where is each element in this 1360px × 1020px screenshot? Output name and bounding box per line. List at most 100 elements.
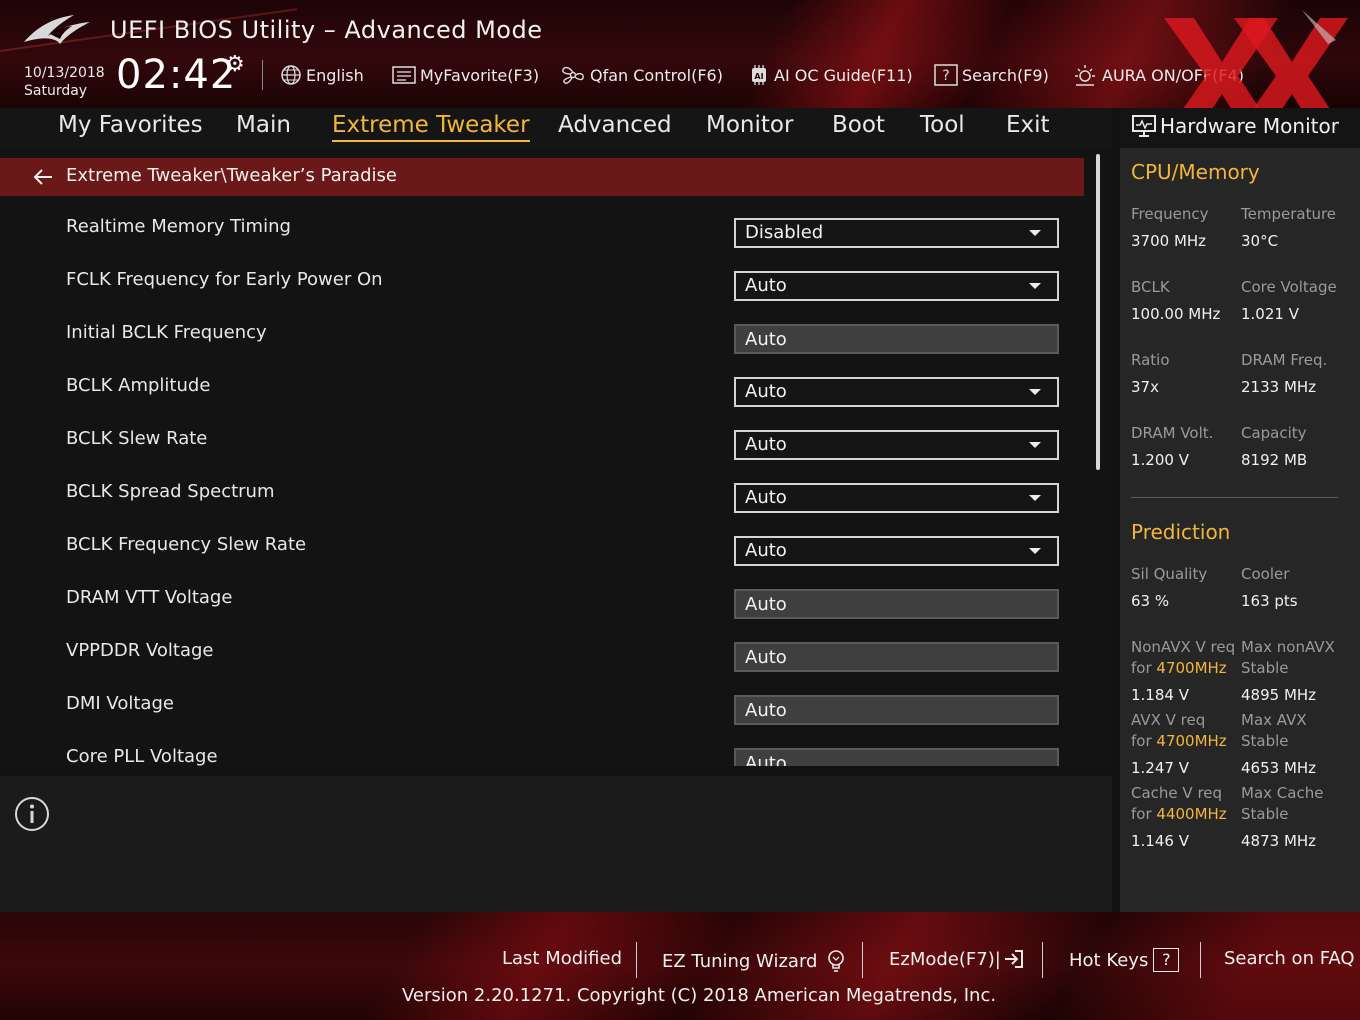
qfan-control-button[interactable]: Qfan Control(F6) [560,62,723,88]
back-arrow-icon[interactable] [32,166,54,188]
hw-label: DRAM Volt. [1131,424,1214,442]
ezmode-label: EzMode(F7)| [889,948,1001,970]
for-freq-line: for 4700MHz [1131,731,1227,752]
for-freq-line: for 4700MHz [1131,658,1235,679]
select-value: Auto [745,381,787,402]
bclk-spread-spectrum-select[interactable]: Auto [734,483,1059,513]
setting-row: DRAM VTT Voltage Auto [0,587,1084,640]
hw-monitor-header: Hardware Monitor [1120,108,1360,148]
hw-label: Cache V req for 4400MHz [1131,783,1227,825]
setting-label: FCLK Frequency for Early Power On [66,269,383,290]
scrollbar[interactable] [1096,154,1100,470]
field-value: Auto [745,329,787,350]
setting-row: Core PLL Voltage Auto [0,746,1084,766]
myfavorite-button[interactable]: MyFavorite(F3) [392,62,539,88]
hot-keys-label: Hot Keys [1069,949,1149,971]
realtime-memory-timing-select[interactable]: Disabled [734,218,1059,248]
setting-row: BCLK Slew Rate Auto [0,428,1084,481]
bottom-bar: Last Modified EZ Tuning Wizard EzMode(F7… [0,912,1360,1020]
favorite-list-icon [392,66,416,84]
ezmode-button[interactable]: EzMode(F7)| [889,948,1025,970]
nonavx-label: NonAVX V req [1131,638,1236,656]
svg-text:?: ? [942,68,949,84]
setting-label: BCLK Slew Rate [66,428,208,449]
language-button[interactable]: English [280,62,364,88]
setting-label: DRAM VTT Voltage [66,587,233,608]
search-button[interactable]: ? Search(F9) [934,62,1049,88]
divider [1131,497,1338,498]
hw-value: 1.021 V [1241,305,1299,323]
core-pll-voltage-field[interactable]: Auto [734,748,1059,766]
hw-monitor-title: Hardware Monitor [1160,114,1339,138]
ai-oc-guide-button[interactable]: AI AI OC Guide(F11) [748,62,913,88]
help-key-icon: ? [1153,948,1180,972]
search-faq-button[interactable]: Search on FAQ [1224,948,1355,969]
setting-row: BCLK Frequency Slew Rate Auto [0,534,1084,587]
hw-value: 4873 MHz [1241,832,1317,850]
hw-label: AVX V req for 4700MHz [1131,710,1227,752]
dram-vtt-voltage-field[interactable]: Auto [734,589,1059,619]
field-value: Auto [745,647,787,668]
max-avx-label: Max AVX [1241,711,1307,729]
hw-label: Cooler [1241,565,1290,583]
setting-row: FCLK Frequency for Early Power On Auto [0,269,1084,322]
dropdown-caret-icon [1029,495,1041,501]
tab-boot[interactable]: Boot [832,112,885,140]
initial-bclk-frequency-field[interactable]: Auto [734,324,1059,354]
dmi-voltage-field[interactable]: Auto [734,695,1059,725]
setting-label: BCLK Frequency Slew Rate [66,534,307,555]
clock-display: 02:42 [116,52,237,98]
setting-row: Realtime Memory Timing Disabled [0,216,1084,269]
hw-value: 100.00 MHz [1131,305,1221,323]
weekday-text: Saturday [24,83,88,99]
tab-extreme-tweaker[interactable]: Extreme Tweaker [332,112,530,142]
fan-icon [562,66,584,84]
hw-value: 1.247 V [1131,759,1189,777]
divider [636,942,637,978]
stable-word: Stable [1241,659,1289,677]
bclk-amplitude-select[interactable]: Auto [734,377,1059,407]
setting-label: BCLK Amplitude [66,375,211,396]
setting-label: Realtime Memory Timing [66,216,291,237]
tab-exit[interactable]: Exit [1006,112,1050,140]
hw-value: 1.184 V [1131,686,1189,704]
last-modified-button[interactable]: Last Modified [502,948,622,969]
hw-label: Sil Quality [1131,565,1208,583]
hw-value: 163 pts [1241,592,1298,610]
hw-label: Frequency [1131,205,1209,223]
hot-keys-button[interactable]: Hot Keys ? [1069,948,1180,972]
bclk-frequency-slew-rate-select[interactable]: Auto [734,536,1059,566]
field-value: Auto [745,753,787,766]
hw-value: 30°C [1241,232,1279,250]
stable-word: Stable [1241,732,1289,750]
highlight-freq: 4700MHz [1156,659,1227,677]
hw-value: 37x [1131,378,1159,396]
fclk-frequency-select[interactable]: Auto [734,271,1059,301]
ai-oc-label: AI OC Guide(F11) [774,65,913,85]
breadcrumb-path: Extreme Tweaker\Tweaker’s Paradise [66,165,397,186]
tab-my-favorites[interactable]: My Favorites [58,112,203,140]
hw-label: BCLK [1131,278,1170,296]
tab-advanced[interactable]: Advanced [558,112,672,140]
select-value: Auto [745,540,787,561]
max-nonavx-label: Max nonAVX [1241,638,1335,656]
select-value: Auto [745,275,787,296]
hw-label: Capacity [1241,424,1307,442]
gear-icon[interactable]: ⚙ [225,52,245,77]
field-value: Auto [745,700,787,721]
bclk-slew-rate-select[interactable]: Auto [734,430,1059,460]
globe-icon [281,65,301,85]
setting-label: DMI Voltage [66,693,174,714]
divider [262,60,263,90]
tab-monitor[interactable]: Monitor [706,112,793,140]
tab-tool[interactable]: Tool [920,112,965,140]
ez-tuning-wizard-button[interactable]: EZ Tuning Wizard [662,948,849,974]
setting-row: DMI Voltage Auto [0,693,1084,746]
vppddr-voltage-field[interactable]: Auto [734,642,1059,672]
prediction-heading: Prediction [1131,520,1231,544]
setting-row: VPPDDR Voltage Auto [0,640,1084,693]
hw-value: 8192 MB [1241,451,1308,469]
tab-main[interactable]: Main [236,112,291,140]
hw-value: 63 % [1131,592,1170,610]
hw-value: 4895 MHz [1241,686,1317,704]
